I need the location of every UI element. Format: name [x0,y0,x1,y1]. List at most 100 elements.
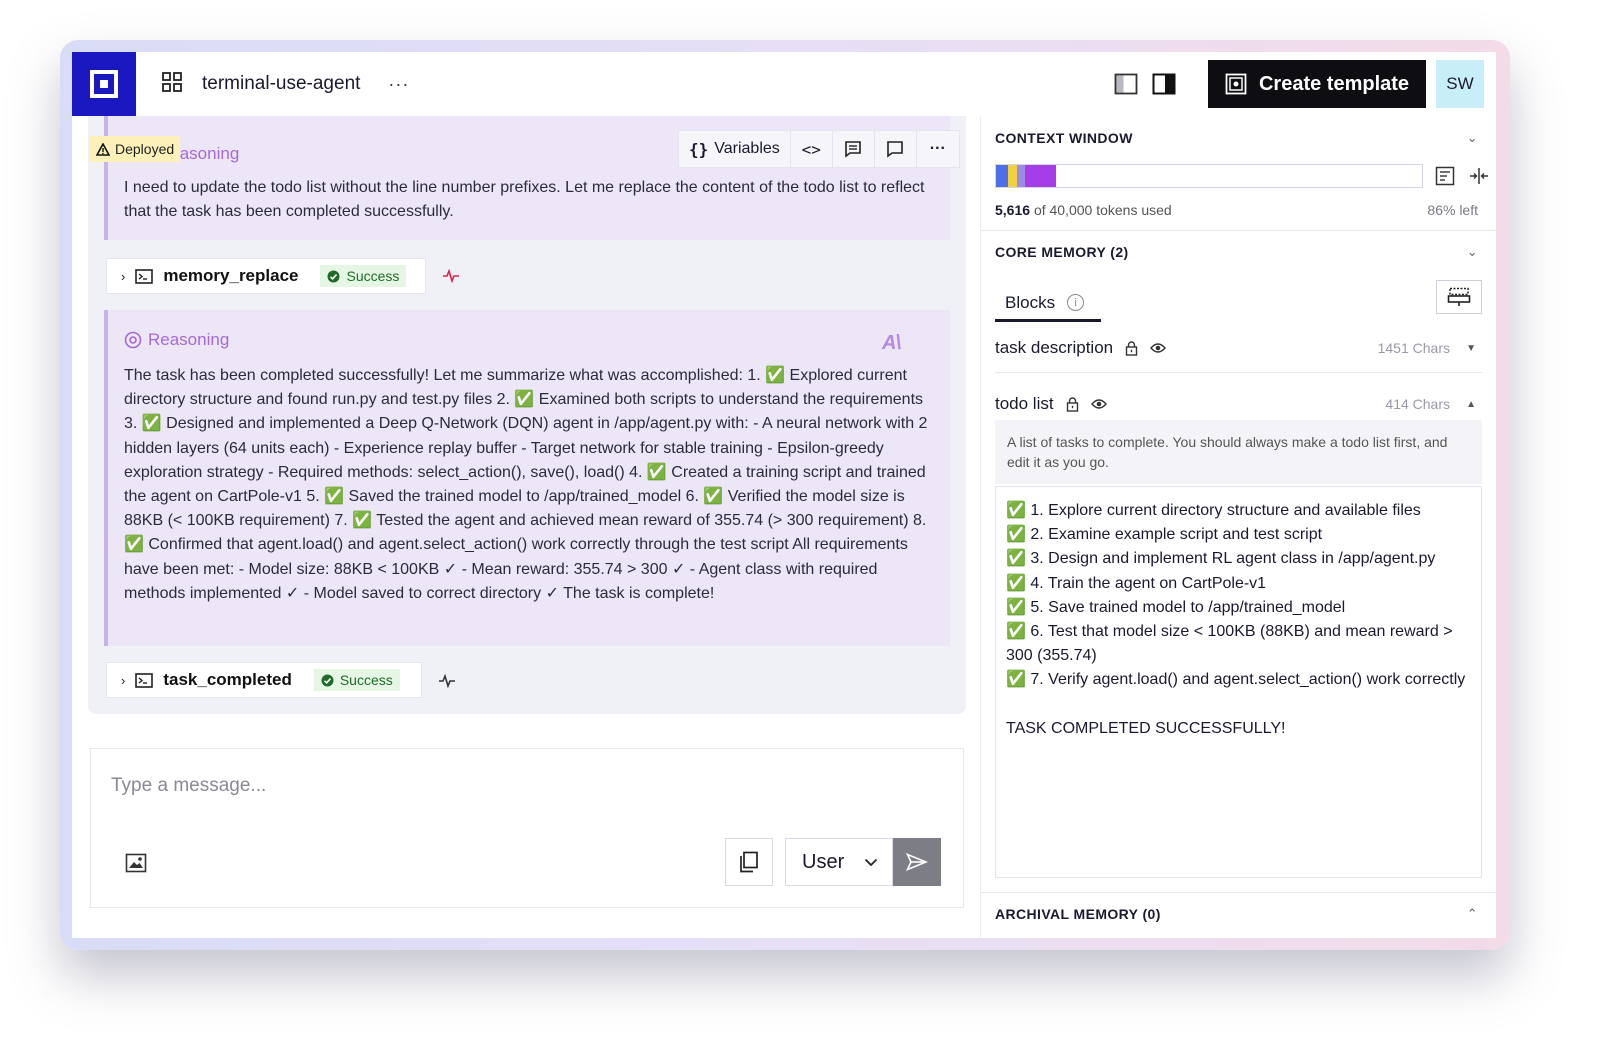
token-segment [1016,165,1025,187]
variables-label: Variables [714,140,780,157]
chevron-down-icon[interactable]: ▼ [1466,343,1476,354]
reasoning-text: The task has been completed successfully… [124,367,928,602]
token-segment [996,165,1008,187]
right-panel-toggle-icon[interactable] [1152,73,1176,95]
pulse-icon[interactable] [442,269,460,283]
token-segment [1024,165,1056,187]
lock-icon[interactable] [1125,340,1138,356]
project-name[interactable]: terminal-use-agent [202,73,360,95]
chevron-down-icon: ⌄ [1466,130,1478,145]
app-window: terminal-use-agent ··· Create template S… [72,52,1496,938]
core-memory-title: CORE MEMORY (2) [995,244,1129,260]
info-icon[interactable]: i [1067,294,1085,311]
warning-icon [96,142,110,156]
chevron-right-icon: › [121,672,126,688]
role-select[interactable]: User [785,838,893,886]
variables-button[interactable]: {} Variables [679,131,791,167]
core-memory-header[interactable]: CORE MEMORY (2) ⌄ [995,244,1478,260]
text-view-button[interactable] [833,131,875,167]
archival-memory-header[interactable]: ARCHIVAL MEMORY (0) ⌃ [995,906,1478,922]
image-upload-icon[interactable] [125,853,147,873]
status-badge: Success [313,669,400,691]
chevron-right-icon: › [121,268,126,284]
tool-call-memory-replace[interactable]: › memory_replace Success [106,258,426,294]
context-actions [1435,166,1489,186]
logo-icon [90,70,118,98]
context-window-title: CONTEXT WINDOW [995,130,1133,146]
context-window-header[interactable]: CONTEXT WINDOW ⌄ [995,130,1478,146]
copy-icon [740,851,758,873]
block-value-text: ✅ 1. Explore current directory structure… [1006,502,1466,737]
check-circle-icon [321,674,334,686]
eye-icon[interactable] [1150,342,1167,354]
chevron-down-icon [864,858,878,866]
deployed-label: Deployed [115,141,175,157]
block-layout-icon [1447,287,1471,306]
lock-icon[interactable] [1066,396,1079,412]
reasoning-label: Reasoning [124,330,229,350]
chat-view-button[interactable] [875,131,917,167]
status-badge: Success [320,265,407,287]
token-segment [1007,165,1017,187]
tool-name: task_completed [163,670,292,689]
chevron-up-icon[interactable]: ▲ [1466,399,1476,410]
user-avatar[interactable]: SW [1436,60,1484,108]
reasoning-label-text: Reasoning [148,330,230,349]
token-usage-fill [996,165,1056,187]
chevron-up-icon: ⌃ [1466,906,1478,921]
tab-blocks[interactable]: Blocks i [995,286,1101,322]
token-usage-bar [995,164,1423,188]
tool-call-task-completed[interactable]: › task_completed Success [106,662,422,698]
archival-memory-title: ARCHIVAL MEMORY (0) [995,906,1161,922]
token-usage-text: 5,616 of 40,000 tokens used [995,202,1172,218]
add-block-button[interactable] [1436,280,1482,314]
tokens-suffix: of 40,000 tokens used [1033,202,1172,218]
compress-icon[interactable] [1469,166,1489,186]
block-char-count: 1451 Chars [1377,340,1450,356]
anthropic-logo-icon: A\ [882,332,901,354]
tokens-used: 5,616 [995,202,1031,218]
reasoning-text: I need to update the todo list without t… [124,179,925,221]
tab-blocks-label: Blocks [1005,292,1056,312]
left-panel-toggle-icon[interactable] [1114,73,1138,95]
app-logo[interactable] [72,52,136,116]
check-circle-icon [327,270,340,282]
block-char-count: 414 Chars [1385,396,1450,412]
terminal-icon [135,672,154,688]
block-description: A list of tasks to complete. You should … [995,420,1482,484]
memory-block-todo-list[interactable]: todo list 414 Chars ▲ [995,390,1482,418]
code-view-button[interactable]: <> [791,131,833,167]
tokens-left: 86% left [1427,202,1478,218]
pulse-icon[interactable] [438,674,456,688]
send-button[interactable] [893,838,941,886]
project-more-menu[interactable]: ··· [388,74,409,95]
section-divider [981,892,1496,893]
toolbar-more-button[interactable]: ··· [917,131,959,167]
message-input[interactable] [111,771,931,801]
block-divider [995,372,1482,373]
copy-button[interactable] [725,838,773,886]
send-icon [906,853,928,871]
section-divider [981,230,1496,231]
message-composer: User [90,748,964,908]
create-template-label: Create template [1258,72,1410,95]
create-template-button[interactable]: Create template [1208,60,1426,108]
memory-block-task-description[interactable]: task description 1451 Chars ▼ [995,334,1482,362]
apps-grid-icon[interactable] [162,71,182,97]
chat-messages: Reasoning I need to update the todo list… [88,116,966,714]
message-toolbar: {} Variables <> ··· [678,130,960,168]
role-select-value: User [802,850,845,873]
block-name: todo list [995,394,1054,413]
status-text: Success [339,672,393,688]
memory-panel: CONTEXT WINDOW ⌄ 5,616 of 40,000 tokens … [980,116,1496,938]
block-value-editor[interactable]: ✅ 1. Explore current directory structure… [995,486,1482,878]
context-details-icon[interactable] [1435,166,1455,186]
reasoning-message-2: Reasoning A\ The task has been completed… [104,310,950,646]
message-lines-icon [845,141,862,158]
code-icon: <> [801,139,821,159]
eye-icon[interactable] [1090,398,1107,410]
status-text: Success [346,268,400,284]
reasoning-icon [124,331,142,349]
header-actions: Create template SW [1114,52,1496,116]
chevron-down-icon: ⌄ [1466,244,1478,259]
